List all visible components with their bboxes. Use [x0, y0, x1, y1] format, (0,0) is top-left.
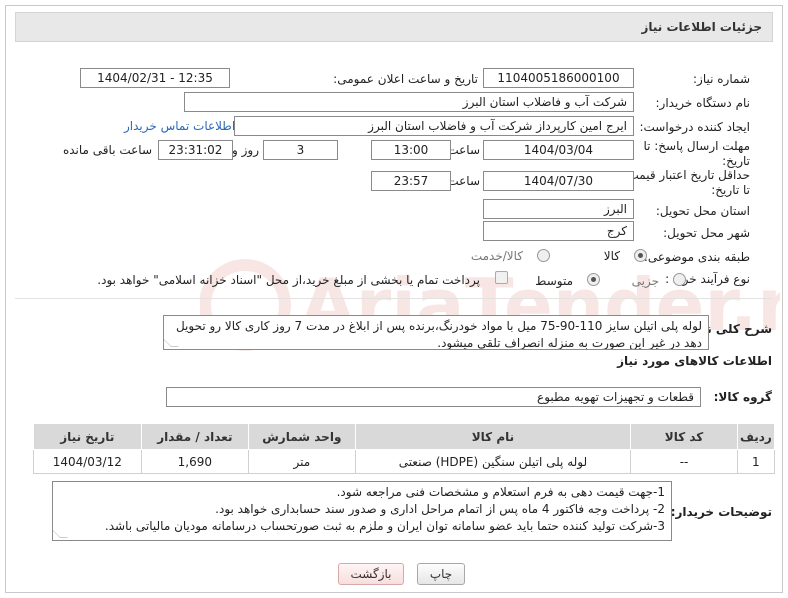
requester-label: ایجاد کننده درخواست: [639, 120, 750, 134]
cell-name: لوله پلی اتیلن سنگین (HDPE) صنعتی [354, 449, 632, 474]
province-field: البرز [483, 199, 634, 219]
back-button[interactable]: بازگشت [338, 563, 404, 585]
goods-group-field: قطعات و تجهیزات تهویه مطبوع [166, 387, 701, 407]
validity-date-field: 1404/07/30 [483, 171, 634, 191]
days-field: 3 [263, 140, 338, 160]
purchase-option-minor: جزیی [631, 274, 659, 288]
resize-handle-icon[interactable] [164, 339, 179, 347]
buyer-contact-link[interactable]: اطلاعات تماس خریدار [124, 119, 235, 133]
category-label: طبقه بندی موضوعی: [643, 250, 750, 264]
buyer-note-3: 3-شرکت تولید کننده حتما باید عضو سامانه … [104, 519, 665, 533]
city-field: کرج [483, 221, 634, 241]
cell-code: -- [630, 449, 738, 474]
need-number-label: شماره نیاز: [693, 72, 750, 86]
purchase-option-medium: متوسط [535, 274, 573, 288]
section-divider [15, 298, 773, 299]
announce-datetime-field: 1404/02/31 - 12:35 [80, 68, 230, 88]
cell-need-date: 1404/03/12 [33, 449, 142, 474]
buyer-note-2: 2- پرداخت وجه فاکتور 4 ماه پس از اتمام م… [215, 502, 665, 516]
purchase-radio-medium[interactable] [587, 273, 600, 286]
col-row: ردیف [736, 423, 776, 450]
validity-time-label: ساعت [447, 174, 480, 188]
reply-date-field: 1404/03/04 [483, 140, 634, 160]
reply-time-label: ساعت [447, 143, 480, 157]
goods-group-label: گروه کالا: [713, 390, 772, 404]
reply-time-field: 13:00 [371, 140, 451, 160]
col-code: کد کالا [630, 423, 738, 450]
remaining-label: ساعت باقی مانده [62, 143, 152, 157]
need-number-field: 1104005186000100 [483, 68, 634, 88]
description-text: لوله پلی اتیلن سایز 110-90-75 میل با موا… [175, 319, 702, 350]
city-label: شهر محل تحویل: [663, 226, 750, 240]
cell-quantity: 1,690 [140, 449, 250, 474]
days-label: روز و [232, 143, 259, 157]
category-option-goods: کالا [603, 249, 620, 263]
cell-row: 1 [736, 449, 776, 474]
goods-table-header: ردیف کد کالا نام کالا واحد شمارش تعداد /… [33, 423, 776, 450]
buyer-org-field: شرکت آب و فاضلاب استان البرز [184, 92, 634, 112]
buyer-notes-textarea: 1-جهت قیمت دهی به فرم استعلام و مشخصات ف… [52, 481, 672, 541]
treasury-payment-checkbox[interactable] [495, 271, 508, 284]
buyer-org-label: نام دستگاه خریدار: [655, 96, 751, 110]
page-header: جزئیات اطلاعات نیاز [15, 12, 773, 42]
purchase-radio-minor[interactable] [673, 273, 686, 286]
col-name: نام کالا [354, 423, 632, 450]
col-quantity: تعداد / مقدار [140, 423, 250, 450]
category-option-goods-service: کالا/خدمت [470, 249, 523, 263]
remaining-time-field: 23:31:02 [158, 140, 233, 160]
treasury-payment-note: پرداخت تمام یا بخشی از مبلغ خرید،از محل … [97, 273, 480, 287]
province-label: استان محل تحویل: [655, 204, 750, 218]
buyer-notes-label: توضیحات خریدار: [670, 505, 772, 519]
cell-unit: متر [248, 449, 356, 474]
buyer-note-1: 1-جهت قیمت دهی به فرم استعلام و مشخصات ف… [336, 485, 665, 499]
goods-table: ردیف کد کالا نام کالا واحد شمارش تعداد /… [33, 423, 776, 474]
goods-info-heading: اطلاعات کالاهای مورد نیاز [617, 354, 772, 368]
col-need-date: تاریخ نیاز [33, 423, 142, 450]
print-button[interactable]: چاپ [417, 563, 465, 585]
price-validity-label: حداقل تاریخ اعتبار قیمت: تا تاریخ: [623, 168, 750, 197]
requester-field: ایرج امین کارپرداز شرکت آب و فاضلاب استا… [234, 116, 634, 136]
announce-datetime-label: تاریخ و ساعت اعلان عمومی: [333, 72, 478, 86]
col-unit: واحد شمارش [248, 423, 356, 450]
reply-deadline-label: مهلت ارسال پاسخ: تا تاریخ: [643, 139, 750, 168]
table-row: 1 -- لوله پلی اتیلن سنگین (HDPE) صنعتی م… [33, 449, 776, 474]
category-radio-goods-service[interactable] [537, 249, 550, 262]
category-radio-goods[interactable] [634, 249, 647, 262]
validity-time-field: 23:57 [371, 171, 451, 191]
page-title: جزئیات اطلاعات نیاز [641, 20, 762, 34]
description-textarea: لوله پلی اتیلن سایز 110-90-75 میل با موا… [163, 315, 709, 350]
